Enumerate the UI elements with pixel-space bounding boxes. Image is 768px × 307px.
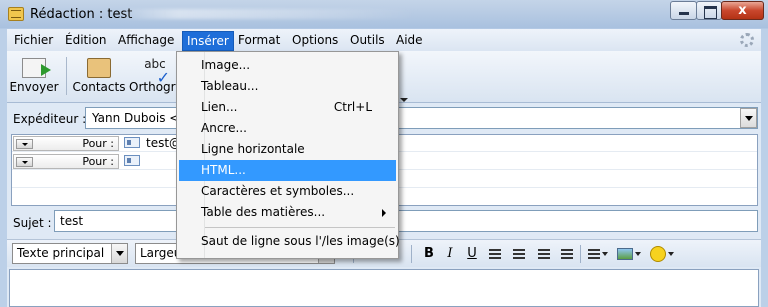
menu-item-label: Lien... [201, 100, 238, 114]
menu-bar: Fichier Édition Affichage Insérer Format… [7, 29, 761, 51]
smiley-icon [650, 245, 666, 262]
numbered-list-icon [513, 248, 525, 259]
insert-image-button[interactable] [615, 244, 643, 264]
menu-item-label: Image... [201, 58, 251, 72]
send-button[interactable]: Envoyer [9, 53, 59, 101]
blurred-title-area [118, 9, 418, 19]
recipient-type-label: Pour : [82, 137, 114, 150]
chevron-down-icon [602, 251, 608, 256]
spellcheck-icon: abc ✓ [144, 57, 170, 87]
menu-item-label: Table des matières... [201, 205, 326, 219]
toolbar-separator [66, 57, 67, 95]
contacts-label: Contacts [72, 80, 126, 94]
menu-separator [205, 227, 395, 228]
menu-item-label: Saut de ligne sous l'/les image(s) [201, 234, 400, 248]
menu-item-anchor[interactable]: Ancre... [179, 118, 396, 139]
chevron-down-icon [16, 139, 33, 149]
sender-label: Expéditeur : [13, 112, 87, 126]
indent-icon [561, 248, 573, 259]
address-book-icon [87, 58, 111, 78]
toolbar-separator [411, 245, 412, 263]
menu-item-characters-symbols[interactable]: Caractères et symboles... [179, 181, 396, 202]
outdent-button[interactable] [534, 244, 554, 264]
menu-item-label: Ancre... [201, 121, 247, 135]
menu-item-image[interactable]: Image... [179, 55, 396, 76]
maximize-button[interactable] [696, 1, 722, 20]
menu-item-horizontal-line[interactable]: Ligne horizontale [179, 139, 396, 160]
contacts-button[interactable]: Contacts [71, 53, 127, 101]
send-icon [22, 58, 51, 78]
close-button[interactable]: x [721, 1, 764, 20]
toolbar-dropdown-arrow-icon[interactable] [400, 98, 408, 102]
menu-item-table[interactable]: Tableau... [179, 76, 396, 97]
window-title: Rédaction : test [30, 7, 133, 22]
menu-inserer[interactable]: Insérer [182, 31, 234, 51]
send-label: Envoyer [9, 80, 59, 94]
insert-menu-dropdown: Image... Tableau... Lien... Ctrl+L Ancre.… [176, 51, 400, 259]
menu-item-html[interactable]: HTML... [179, 160, 396, 181]
bulleted-list-button[interactable] [485, 244, 505, 264]
recipient-type-select[interactable]: Pour : [13, 154, 119, 169]
subject-label: Sujet : [13, 216, 52, 230]
menu-outils[interactable]: Outils [345, 32, 390, 50]
subject-input[interactable]: test [54, 210, 758, 232]
menu-affichage[interactable]: Affichage [113, 32, 179, 50]
align-icon [588, 248, 600, 259]
contact-card-icon [124, 155, 140, 166]
outdent-icon [538, 248, 550, 259]
toolbar-separator [580, 245, 581, 263]
menu-aide[interactable]: Aide [391, 32, 428, 50]
menu-options[interactable]: Options [287, 32, 343, 50]
align-button[interactable] [585, 244, 611, 264]
bullet-list-icon [489, 248, 501, 259]
chevron-down-icon [111, 244, 127, 263]
insert-smiley-button[interactable] [647, 244, 677, 264]
sender-dropdown-arrow-icon[interactable] [740, 108, 757, 128]
application-window: Rédaction : test x Fichier Édition Affic… [0, 0, 768, 307]
indent-button[interactable] [557, 244, 577, 264]
paragraph-style-select[interactable]: Texte principal [12, 243, 128, 264]
menu-format[interactable]: Format [233, 32, 285, 50]
paragraph-style-value: Texte principal [17, 246, 105, 260]
numbered-list-button[interactable] [509, 244, 529, 264]
menu-item-line-break-below-images[interactable]: Saut de ligne sous l'/les image(s) [179, 231, 400, 252]
menu-fichier[interactable]: Fichier [9, 32, 58, 50]
chevron-down-icon [668, 251, 674, 256]
menu-item-label: Tableau... [201, 79, 259, 93]
submenu-arrow-icon [382, 209, 386, 217]
chevron-down-icon [635, 251, 641, 256]
menu-item-label: HTML... [201, 163, 246, 177]
compose-app-icon [8, 7, 24, 21]
bold-button[interactable]: B [419, 244, 439, 264]
image-icon [617, 247, 633, 260]
menu-item-table-of-contents[interactable]: Table des matières... [179, 202, 396, 223]
contact-card-icon [124, 137, 140, 148]
menu-item-label: Ligne horizontale [201, 142, 305, 156]
title-bar[interactable]: Rédaction : test x [0, 0, 768, 29]
message-body-editor[interactable] [9, 269, 759, 307]
spellcheck-button[interactable]: abc✓ Orthographe [129, 53, 181, 101]
minimize-button[interactable] [670, 1, 697, 20]
close-icon: x [738, 3, 747, 18]
menu-item-label: Caractères et symboles... [201, 184, 355, 198]
chevron-down-icon [16, 157, 33, 167]
menu-item-shortcut: Ctrl+L [333, 100, 372, 114]
recipient-type-label: Pour : [82, 155, 114, 168]
italic-button[interactable]: I [440, 244, 460, 264]
menu-item-link[interactable]: Lien... Ctrl+L [179, 97, 396, 118]
activity-throbber-icon [740, 33, 754, 47]
recipient-type-select[interactable]: Pour : [13, 136, 119, 151]
underline-button[interactable]: U [462, 244, 482, 264]
menu-edition[interactable]: Édition [60, 32, 112, 50]
spellcheck-label: Orthographe [129, 80, 181, 94]
